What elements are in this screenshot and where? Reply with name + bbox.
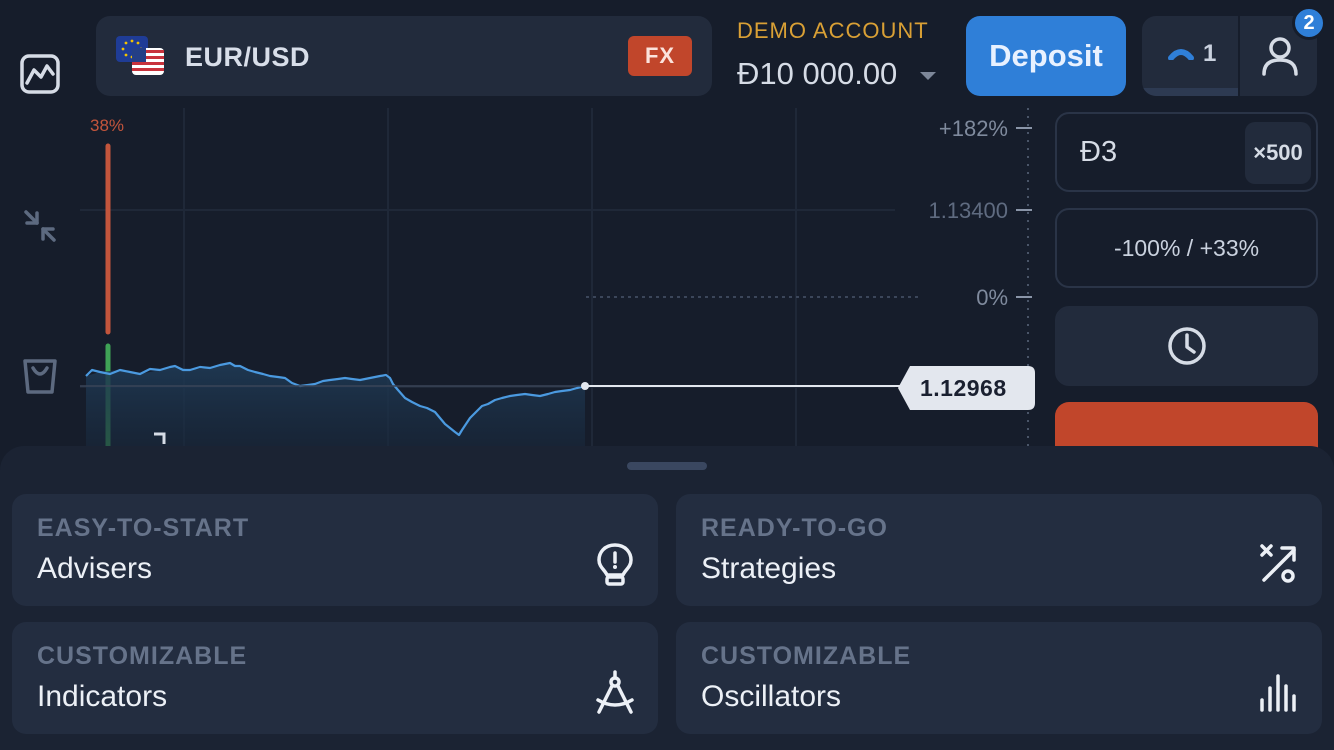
account-balance[interactable]: Đ10 000.00 xyxy=(737,56,897,92)
level-indicator[interactable]: 1 xyxy=(1142,16,1238,96)
indicators-card[interactable]: CUSTOMIZABLE Indicators xyxy=(12,622,658,734)
deposit-button[interactable]: Deposit xyxy=(966,16,1126,96)
card-title: Indicators xyxy=(37,680,168,713)
axis-label-top-pct: +182% xyxy=(938,116,1008,141)
chart-area-icon[interactable] xyxy=(18,52,62,96)
asset-selector[interactable]: EUR/USD FX xyxy=(96,16,712,96)
notification-badge[interactable]: 2 xyxy=(1292,6,1326,40)
sheet-grabber[interactable] xyxy=(627,462,707,470)
account-type-label[interactable]: DEMO ACCOUNT xyxy=(737,18,929,44)
oscillators-card[interactable]: CUSTOMIZABLE Oscillators xyxy=(676,622,1322,734)
level-value: 1 xyxy=(1203,40,1217,67)
multiplier-button[interactable]: ×500 xyxy=(1245,122,1311,184)
sentiment-percent: 38% xyxy=(90,116,125,135)
compass-icon xyxy=(594,670,636,714)
price-chart[interactable] xyxy=(80,108,1040,453)
account-box: 1 xyxy=(1142,16,1317,96)
axis-label-zero-pct: 0% xyxy=(976,285,1008,310)
level-gauge-icon xyxy=(1168,49,1194,60)
card-title: Strategies xyxy=(701,552,837,585)
user-profile-icon[interactable] xyxy=(1258,34,1302,78)
pending-order-button[interactable] xyxy=(1055,306,1318,386)
advisers-card[interactable]: EASY-TO-START Advisers xyxy=(12,494,658,606)
chevron-down-icon[interactable] xyxy=(920,72,936,80)
axis-label-price: 1.13400 xyxy=(928,198,1008,223)
market-badge: FX xyxy=(628,36,692,76)
card-subtitle: CUSTOMIZABLE xyxy=(701,642,912,670)
investment-amount-field[interactable]: Đ3 ×500 xyxy=(1055,112,1318,192)
shopping-bag-icon[interactable] xyxy=(18,354,62,398)
card-subtitle: READY-TO-GO xyxy=(701,514,888,542)
strategies-card[interactable]: READY-TO-GO Strategies xyxy=(676,494,1322,606)
bar-signal-icon xyxy=(1258,670,1300,714)
shuffle-strategy-icon xyxy=(1258,542,1300,586)
collapse-arrows-icon[interactable] xyxy=(18,204,62,248)
card-title: Oscillators xyxy=(701,680,842,713)
card-subtitle: EASY-TO-START xyxy=(37,514,250,542)
card-title: Advisers xyxy=(37,552,153,585)
asset-name: EUR/USD xyxy=(185,42,311,72)
trading-screen: EUR/USD FX DEMO ACCOUNT Đ10 000.00 Depos… xyxy=(0,0,1334,750)
investment-amount[interactable]: Đ3 xyxy=(1080,136,1117,169)
clock-icon xyxy=(1167,327,1206,365)
card-subtitle: CUSTOMIZABLE xyxy=(37,642,248,670)
current-price: 1.12968 xyxy=(920,375,1007,401)
tools-sheet: EASY-TO-START Advisers READY-TO-GO Strat… xyxy=(0,446,1334,750)
lightbulb-icon xyxy=(594,542,636,586)
stop-limits-button[interactable]: -100% / +33% xyxy=(1055,208,1318,288)
eur-usd-flag-icon xyxy=(116,36,164,76)
